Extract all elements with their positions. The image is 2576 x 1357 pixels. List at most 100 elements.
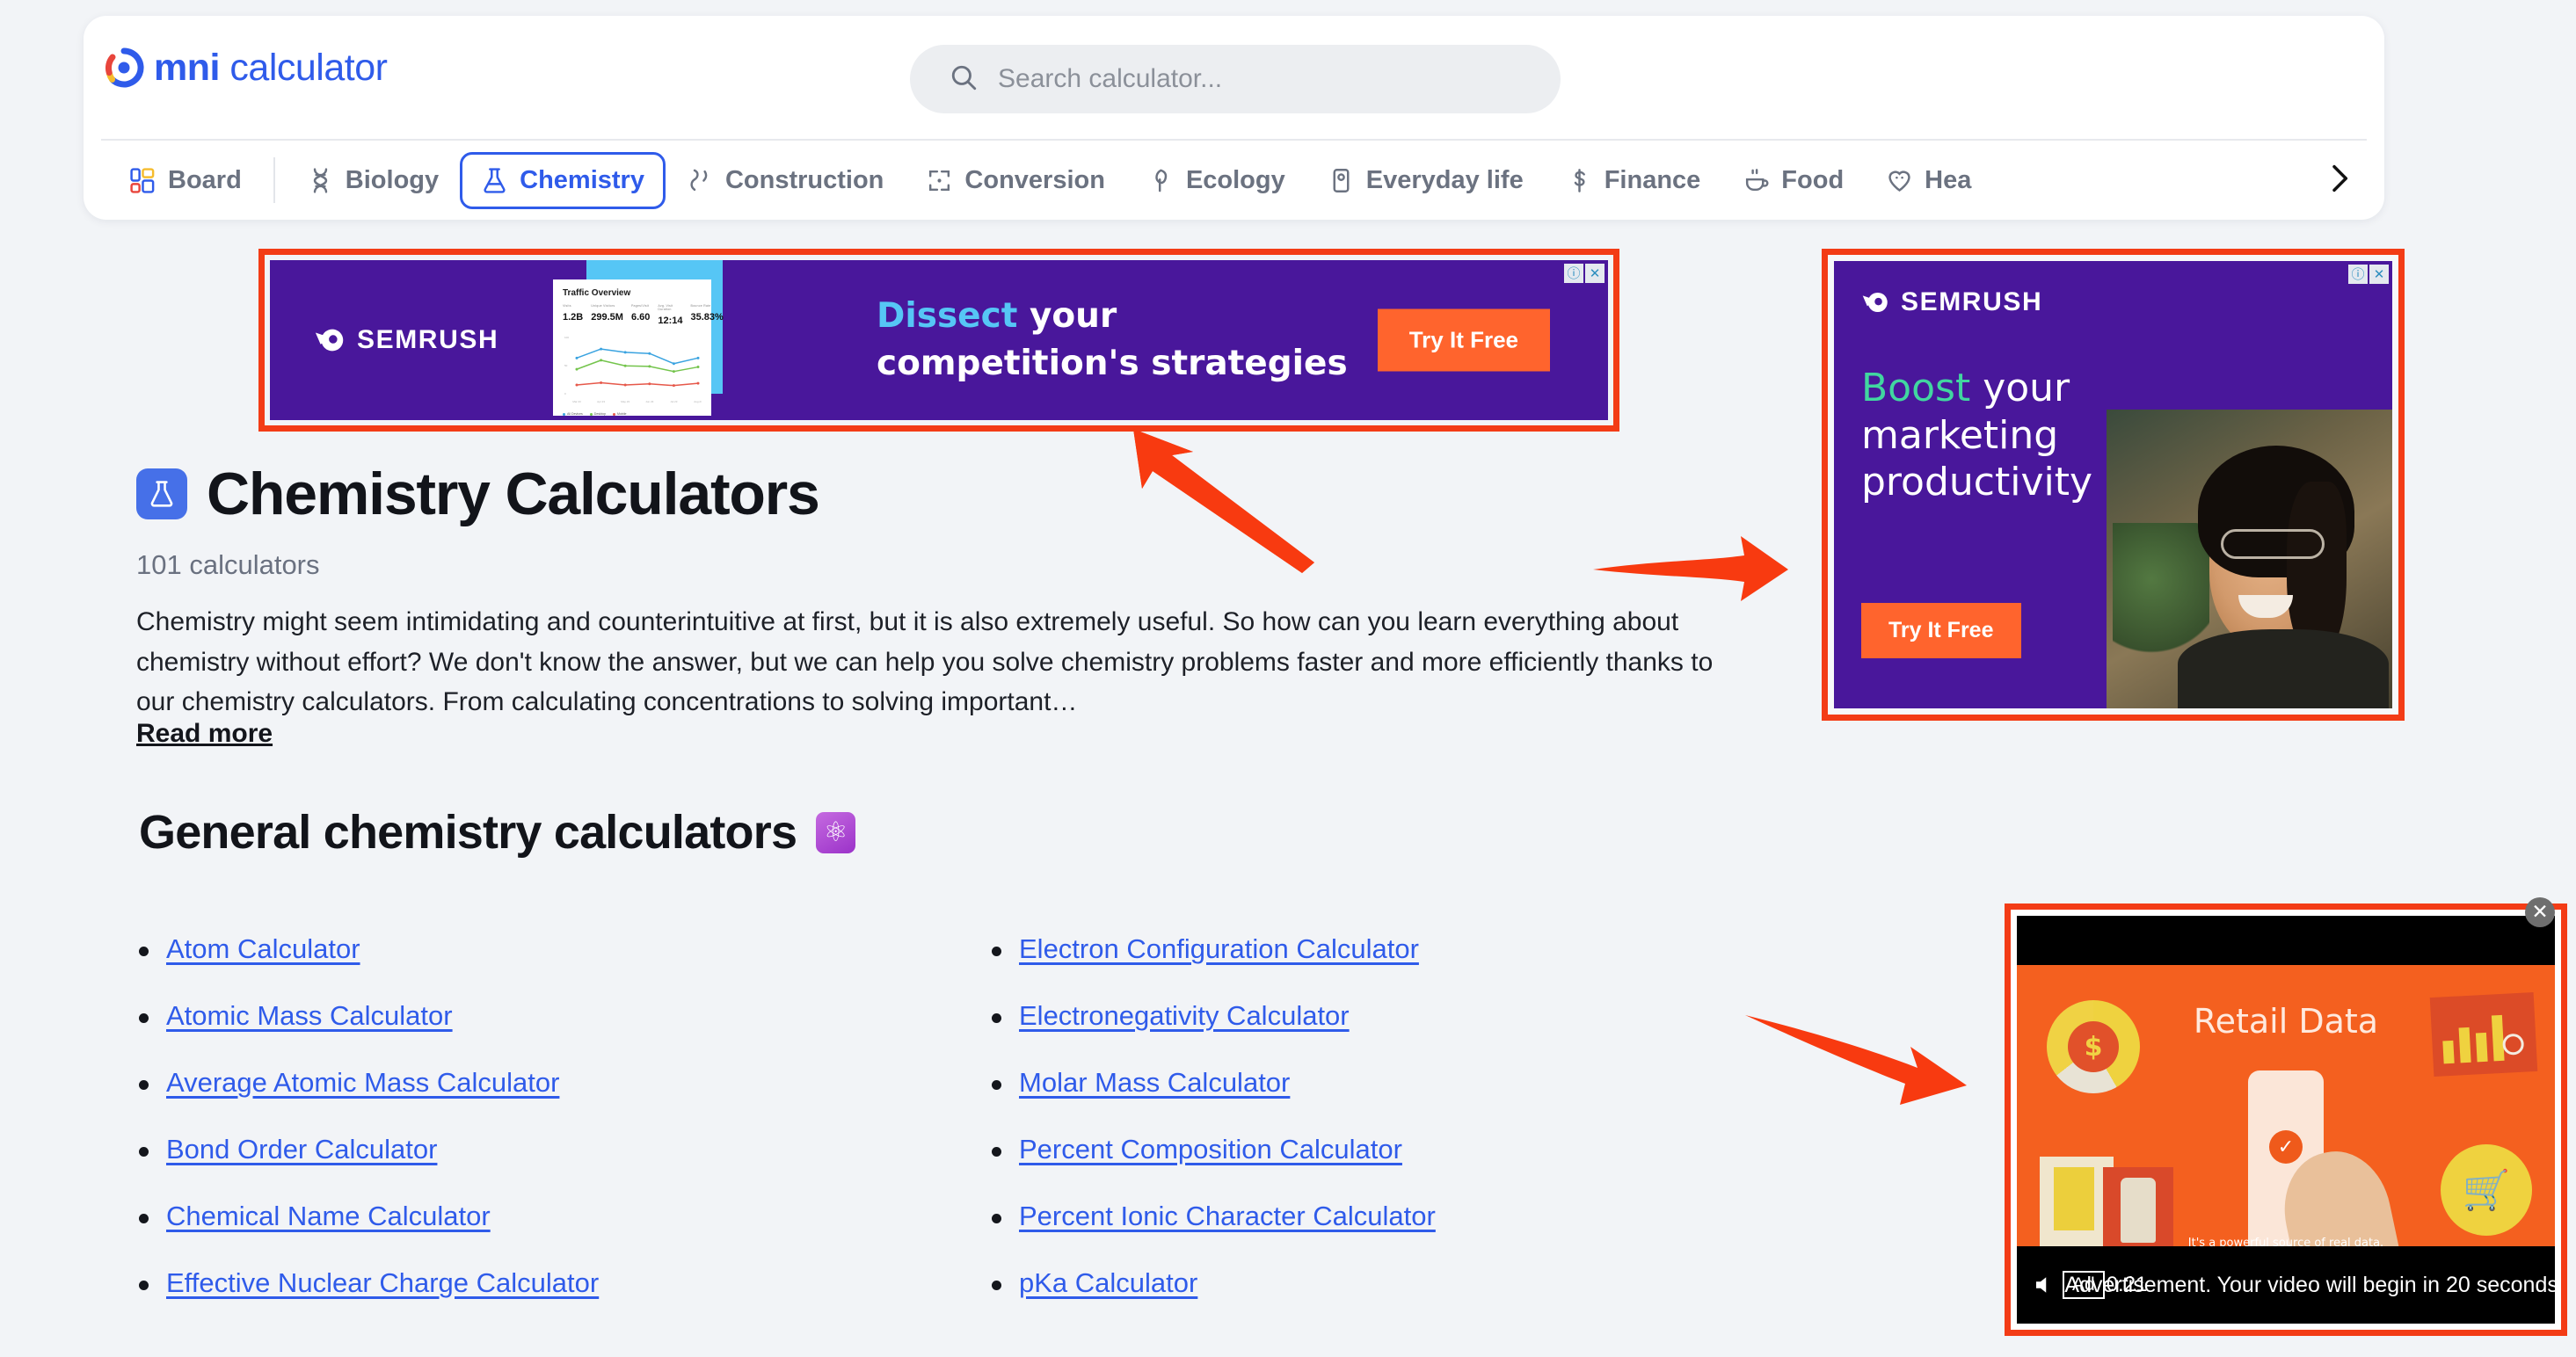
headline-highlight: Dissect [877,296,1018,337]
calculator-link[interactable]: pKa Calculator [1019,1266,1197,1301]
side-banner-ad-controls[interactable]: ⓘ ✕ [2348,265,2389,284]
semrush-logo-top: SEMRUSH [314,323,498,357]
nav-item-construction[interactable]: Construction [666,152,905,209]
calculator-link[interactable]: Bond Order Calculator [166,1132,437,1167]
list-item[interactable]: Electronegativity Calculator [992,998,1704,1065]
list-item[interactable]: Molar Mass Calculator [992,1065,1704,1132]
video-status-text: Advertisement. Your video will begin in … [2064,1272,2555,1297]
page-root: mni calculator Search calculator... Boar… [0,0,2576,1357]
category-nav[interactable]: Board Biology Chemistry Construction Con… [84,141,2384,220]
tree-icon [1147,167,1175,194]
photo-glasses [2221,529,2325,559]
semrush-wordmark-side: SEMRUSH [1901,287,2043,316]
nav-item-biology[interactable]: Biology [286,152,460,209]
arrow-to-video-popup-ad [1745,998,1978,1112]
top-banner-ad-controls[interactable]: ⓘ ✕ [1564,264,1605,283]
svg-text:100: 100 [564,336,569,339]
nav-label-finance: Finance [1604,165,1701,194]
list-item[interactable]: Atom Calculator [139,932,992,998]
close-icon[interactable]: ✕ [1585,264,1605,283]
site-header: mni calculator Search calculator... Boar… [84,16,2384,220]
nav-item-finance[interactable]: Finance [1545,152,1722,209]
close-icon[interactable]: ✕ [2525,897,2555,927]
logo-omni: mni [154,46,220,89]
calculator-link[interactable]: Percent Composition Calculator [1019,1132,1402,1167]
side-banner-ad[interactable]: SEMRUSH Boost your marketing productivit… [1834,261,2392,708]
top-banner-ad-highlight: SEMRUSH Traffic Overview Visits 1.2B Uni… [258,249,1619,432]
calculator-link[interactable]: Percent Ionic Character Calculator [1019,1199,1436,1234]
mute-icon[interactable] [2029,1272,2061,1298]
legend-all-devices: All Devices [563,412,583,416]
svg-text:Mar 23: Mar 23 [572,400,581,403]
semrush-wordmark-top: SEMRUSH [357,325,499,354]
side-headline-line2: marketing [1861,412,2059,458]
nav-label-board: Board [168,165,242,194]
dollar-icon [1566,167,1593,194]
nav-item-food[interactable]: Food [1721,152,1865,209]
list-item[interactable]: Bond Order Calculator [139,1132,992,1199]
side-headline-rest: your [1970,366,2070,410]
traffic-overview-card: Traffic Overview Visits 1.2B Unique Visi… [553,279,724,416]
read-more-link[interactable]: Read more [136,719,273,749]
top-banner-cta-button[interactable]: Try It Free [1377,308,1550,372]
video-ad-player[interactable]: $ 🛒 ✓ Retail Data It's a powerful source… [2017,916,2555,1324]
info-icon[interactable]: ⓘ [1564,264,1583,283]
pipe-icon [687,167,714,194]
stat-label: Bounce Rate [690,304,711,308]
video-ad-scene: $ 🛒 ✓ Retail Data It's a powerful source… [2017,965,2555,1259]
calculator-link[interactable]: Average Atomic Mass Calculator [166,1065,559,1100]
nav-item-health[interactable]: Hea [1865,152,1992,209]
list-item[interactable]: Average Atomic Mass Calculator [139,1065,992,1132]
nav-label-food: Food [1781,165,1845,194]
atom-emoji: ⚛ [816,811,856,853]
stat-unique-visitors: Unique Visitors 299.5M [591,304,623,328]
list-item[interactable]: Percent Composition Calculator [992,1132,1704,1199]
photo-body [2178,629,2390,708]
omni-logo-text: mni calculator [154,46,388,89]
calculator-link[interactable]: Atomic Mass Calculator [166,998,453,1034]
nav-scroll-right-button[interactable] [2305,147,2372,214]
stat-label: Avg. Visit Duration [658,304,673,311]
omni-logo-icon [104,47,144,88]
list-item[interactable]: pKa Calculator [992,1266,1704,1332]
flask-icon [136,468,187,519]
side-headline-line3: productivity [1861,460,2093,505]
nav-item-everyday-life[interactable]: Everyday life [1306,152,1545,209]
calculator-link[interactable]: Effective Nuclear Charge Calculator [166,1266,599,1301]
search-input[interactable]: Search calculator... [910,45,1561,113]
svg-text:0: 0 [564,392,566,395]
side-banner-cta-button[interactable]: Try It Free [1861,603,2021,658]
calculator-list-right: Electron Configuration Calculator Electr… [992,932,1704,1332]
top-banner-ad[interactable]: SEMRUSH Traffic Overview Visits 1.2B Uni… [270,260,1608,420]
chevron-right-icon [2321,161,2356,200]
video-control-bar[interactable]: Ad 0:21 Advertisement. Your video will b… [2017,1246,2555,1324]
nav-item-board[interactable]: Board [108,152,263,209]
nav-item-chemistry[interactable]: Chemistry [460,151,666,209]
semrush-logo-side: SEMRUSH [1861,287,2042,317]
stat-label: Unique Visitors [591,304,615,308]
list-item[interactable]: Percent Ionic Character Calculator [992,1199,1704,1266]
list-item[interactable]: Atomic Mass Calculator [139,998,992,1065]
nav-item-ecology[interactable]: Ecology [1126,152,1306,209]
calculator-link[interactable]: Chemical Name Calculator [166,1199,491,1234]
list-item[interactable]: Effective Nuclear Charge Calculator [139,1266,992,1332]
calculator-link[interactable]: Electronegativity Calculator [1019,998,1350,1034]
list-item[interactable]: Electron Configuration Calculator [992,932,1704,998]
list-item[interactable]: Chemical Name Calculator [139,1199,992,1266]
calculator-link[interactable]: Electron Configuration Calculator [1019,932,1419,967]
bullet-icon [139,1080,149,1090]
nav-label-conversion: Conversion [964,165,1105,194]
arrow-to-side-banner-ad [1593,534,1791,603]
bullet-icon [992,1080,1001,1090]
omni-calculator-logo[interactable]: mni calculator [104,46,388,89]
info-icon[interactable]: ⓘ [2348,265,2368,284]
nav-item-conversion[interactable]: Conversion [905,152,1126,209]
svg-text:Aug 23: Aug 23 [694,400,702,403]
headline-rest: your [1017,296,1117,337]
calculator-link[interactable]: Atom Calculator [166,932,360,967]
stat-value: 12:14 [658,316,683,326]
header-top-row: mni calculator Search calculator... [84,16,2384,139]
calculator-link[interactable]: Molar Mass Calculator [1019,1065,1290,1100]
close-icon[interactable]: ✕ [2369,265,2389,284]
nav-label-chemistry: Chemistry [520,165,644,194]
